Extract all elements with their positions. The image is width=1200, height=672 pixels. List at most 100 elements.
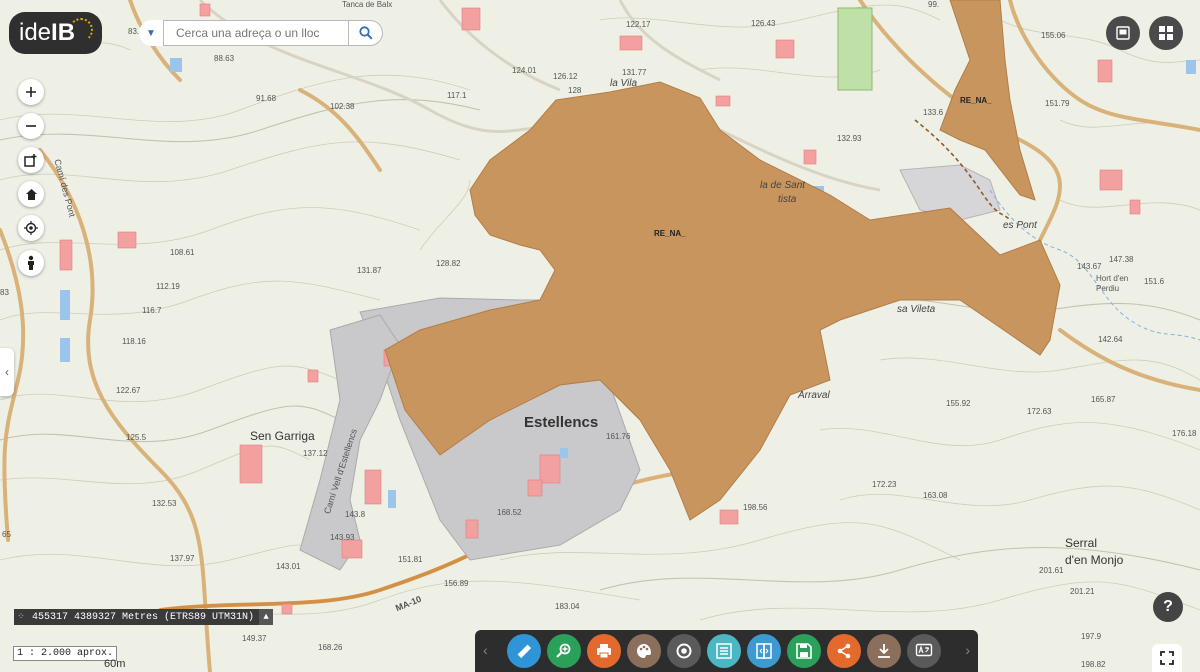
ruler-icon — [517, 644, 532, 659]
place-label-es-pont: es Pont — [1003, 220, 1037, 231]
spot-height: 168.52 — [497, 508, 522, 517]
spot-height: 65 — [2, 530, 11, 539]
spot-height: 132.53 — [152, 499, 177, 508]
print-tool[interactable] — [587, 634, 621, 668]
toolbar-scroll-left-button[interactable]: ‹ — [483, 642, 488, 658]
layers-grid-button[interactable] — [1149, 16, 1183, 50]
place-label-serral: Serral — [1065, 536, 1098, 550]
map-canvas[interactable] — [0, 0, 1200, 672]
place-label-perdiu: Perdiu — [1096, 284, 1120, 293]
fullscreen-icon — [1160, 651, 1174, 665]
chevron-left-icon: ‹ — [5, 365, 9, 379]
spot-height: 142.64 — [1098, 335, 1123, 344]
spot-height: 132.93 — [837, 134, 862, 143]
home-button[interactable] — [18, 181, 44, 207]
spot-height: 122.67 — [116, 386, 141, 395]
locate-button[interactable] — [18, 215, 44, 241]
share-tool[interactable] — [827, 634, 861, 668]
search-dropdown-button[interactable]: ▼ — [139, 20, 163, 46]
place-label-la-vila: la Vila — [610, 78, 638, 89]
basemap-button[interactable] — [1106, 16, 1140, 50]
help-button[interactable]: ? — [1153, 592, 1183, 622]
spot-height: 143.01 — [276, 562, 301, 571]
spot-height: 201.61 — [1039, 566, 1064, 575]
zoom-in-button[interactable] — [18, 79, 44, 105]
add-layer-button[interactable] — [18, 147, 44, 173]
zoom-area-tool[interactable] — [547, 634, 581, 668]
logo-dots-icon — [69, 18, 93, 42]
spot-height: 91.68 — [256, 94, 277, 103]
home-icon — [25, 188, 37, 200]
target-icon — [24, 221, 38, 235]
spot-height: 197.9 — [1081, 632, 1102, 641]
crosshair-icon: ⁘ — [17, 612, 25, 622]
chevron-down-icon: ▼ — [146, 27, 156, 39]
add-layer-icon — [24, 154, 37, 167]
zoom-out-button[interactable] — [18, 113, 44, 139]
compare-tool[interactable] — [747, 634, 781, 668]
coordinate-readout: ⁘ 455317 4389327 Metres (ETRS89 UTM31N) … — [14, 609, 274, 625]
plus-icon — [26, 87, 36, 97]
overlay-label-rena-1: RE_NA_ — [654, 229, 686, 238]
spot-height: 151.79 — [1045, 99, 1070, 108]
download-tool[interactable] — [867, 634, 901, 668]
person-icon — [28, 255, 34, 270]
spot-height: 143.67 — [1077, 262, 1102, 271]
spot-height: 165.87 — [1091, 395, 1116, 404]
spot-height: 168.26 — [318, 643, 343, 652]
spot-height: 143.93 — [330, 533, 355, 542]
spot-height: 163.08 — [923, 491, 948, 500]
side-panel-toggle[interactable]: ‹ — [0, 348, 14, 396]
place-label-estellencs: Estellencs — [524, 414, 599, 431]
spot-height: 128.82 — [436, 259, 461, 268]
spot-height: 83 — [0, 288, 9, 297]
draw-point-tool[interactable] — [667, 634, 701, 668]
spot-height: 116.7 — [142, 306, 162, 315]
chevron-up-icon: ▲ — [263, 612, 269, 622]
search-button[interactable] — [349, 20, 383, 46]
place-label-sa-vileta: sa Vileta — [897, 304, 936, 315]
spot-height: 172.63 — [1027, 407, 1052, 416]
logo-text-ide: ide — [19, 19, 52, 46]
spot-height: 183.04 — [555, 602, 580, 611]
minus-icon — [26, 125, 36, 127]
fullscreen-button[interactable] — [1152, 644, 1182, 672]
place-label-sant-1: la de Sant — [760, 180, 806, 191]
streetview-button[interactable] — [18, 250, 44, 276]
spot-height: 198.56 — [743, 503, 768, 512]
place-label-hort-den: Hort d'en — [1096, 274, 1129, 283]
table-tool[interactable] — [707, 634, 741, 668]
spot-height: 126.43 — [751, 19, 776, 28]
toolbar-scroll-right-button[interactable]: › — [965, 642, 970, 658]
spot-height: 176.18 — [1172, 429, 1197, 438]
spot-height: 201.21 — [1070, 587, 1095, 596]
spot-height: 137.12 — [303, 449, 328, 458]
spot-height: 125.5 — [126, 433, 147, 442]
save-tool[interactable] — [787, 634, 821, 668]
spot-height: 117.1 — [447, 91, 467, 100]
spot-height: 118.16 — [122, 337, 146, 346]
search-icon — [358, 26, 373, 40]
place-label-den-monjo: d'en Monjo — [1065, 553, 1124, 567]
search-input[interactable] — [163, 20, 349, 46]
spot-height: 131.77 — [622, 68, 647, 77]
measure-tool[interactable] — [507, 634, 541, 668]
spot-height: 128 — [568, 86, 582, 95]
floppy-icon — [796, 643, 812, 659]
place-label-tanca: Tanca de Balx — [342, 0, 393, 9]
magnifier-plus-icon — [556, 643, 571, 658]
map-icon — [1116, 26, 1130, 40]
spot-height: 161.76 — [606, 432, 631, 441]
translate-tool[interactable] — [907, 634, 941, 668]
spot-height: 99. — [928, 0, 940, 9]
style-tool[interactable] — [627, 634, 661, 668]
ideib-logo[interactable]: ide IB — [9, 12, 102, 54]
grid-icon — [1159, 26, 1173, 40]
search-bar: ▼ — [139, 20, 383, 46]
coordinate-toggle-button[interactable]: ▲ — [259, 609, 274, 625]
place-label-sen-garriga: Sen Garriga — [250, 429, 315, 443]
target-icon — [676, 643, 692, 659]
split-icon — [756, 643, 772, 659]
printer-icon — [597, 644, 611, 659]
spot-height: 155.06 — [1041, 31, 1066, 40]
